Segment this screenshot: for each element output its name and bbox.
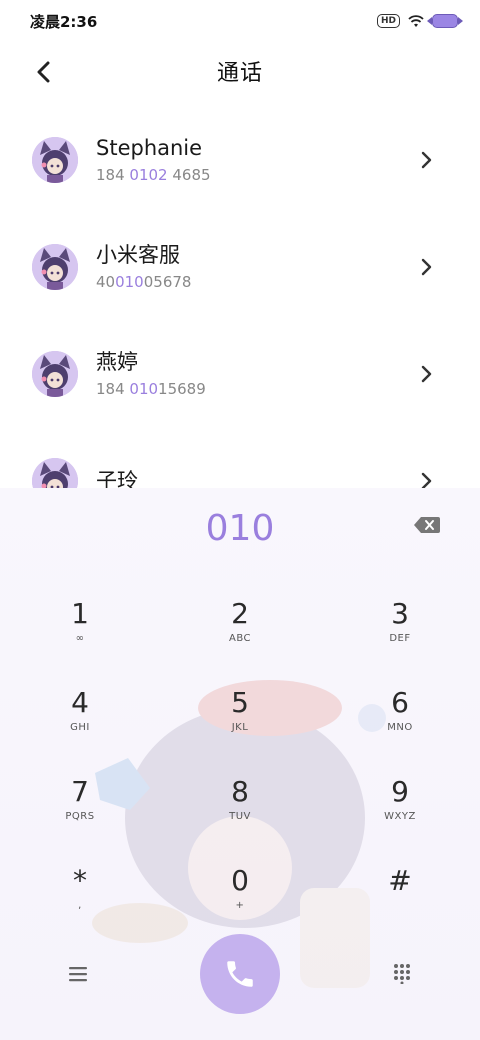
contact-text: 子玲 bbox=[96, 467, 138, 489]
key-4[interactable]: 4 GHI bbox=[20, 685, 140, 765]
hd-icon: HD bbox=[376, 14, 400, 28]
key-1[interactable]: 1 ∞ bbox=[20, 596, 140, 676]
contact-text: 燕婷 184 01015689 bbox=[96, 348, 206, 400]
dial-input[interactable]: 010 bbox=[0, 502, 480, 556]
menu-icon[interactable] bbox=[66, 964, 90, 984]
key-5[interactable]: 5 JKL bbox=[180, 685, 300, 765]
avatar bbox=[32, 350, 78, 397]
contact-row-yanting[interactable]: 燕婷 184 01015689 bbox=[0, 320, 480, 427]
contact-row-stephanie[interactable]: Stephanie 184 0102 4685 bbox=[0, 106, 480, 213]
contact-name: 小米客服 bbox=[96, 242, 180, 267]
page-title: 通话 bbox=[216, 61, 263, 86]
contact-text: 小米客服 4001005678 bbox=[96, 241, 191, 293]
contact-name: Stephanie bbox=[96, 135, 203, 160]
chevron-right-icon[interactable] bbox=[416, 364, 436, 384]
contact-number: 4001005678 bbox=[96, 272, 192, 291]
call-button[interactable] bbox=[200, 934, 280, 1014]
voicemail-icon: ∞ bbox=[75, 633, 85, 644]
status-time: 凌晨2:36 bbox=[30, 12, 98, 31]
avatar bbox=[32, 136, 78, 183]
dialpad-icon[interactable] bbox=[392, 962, 412, 984]
key-3[interactable]: 3 DEF bbox=[340, 596, 460, 676]
phone-icon bbox=[227, 961, 253, 987]
status-bar: 凌晨2:36 HD bbox=[0, 0, 480, 42]
header: 通话 bbox=[0, 46, 480, 96]
key-9[interactable]: 9 WXYZ bbox=[340, 774, 460, 854]
contact-number: 184 0102 4685 bbox=[96, 165, 211, 184]
contact-name: 燕婷 bbox=[96, 349, 138, 374]
key-star[interactable]: * , bbox=[20, 863, 140, 943]
chevron-right-icon[interactable] bbox=[416, 471, 436, 489]
battery-icon bbox=[427, 14, 463, 28]
key-0[interactable]: 0 + bbox=[180, 863, 300, 943]
wifi-icon bbox=[408, 14, 424, 27]
chevron-right-icon[interactable] bbox=[416, 257, 436, 277]
avatar bbox=[32, 243, 78, 290]
key-8[interactable]: 8 TUV bbox=[180, 774, 300, 854]
contact-row-ziling[interactable]: 子玲 bbox=[0, 427, 480, 488]
key-7[interactable]: 7 PQRS bbox=[20, 774, 140, 854]
dialer-panel: 010 1 ∞ 2 ABC 3 DEF 4 GHI 5 JKL 6 MNO 7 … bbox=[0, 488, 480, 1040]
dialer-bottom-bar bbox=[0, 934, 480, 1034]
chevron-right-icon[interactable] bbox=[416, 150, 436, 170]
key-6[interactable]: 6 MNO bbox=[340, 685, 460, 765]
backspace-icon[interactable] bbox=[414, 516, 440, 534]
contact-row-xiaomi-service[interactable]: 小米客服 4001005678 bbox=[0, 213, 480, 320]
chevron-left-icon bbox=[37, 61, 50, 83]
contact-text: Stephanie 184 0102 4685 bbox=[96, 134, 211, 186]
key-hash[interactable]: # bbox=[340, 863, 460, 943]
avatar bbox=[32, 457, 78, 488]
key-2[interactable]: 2 ABC bbox=[180, 596, 300, 676]
contact-name: 子玲 bbox=[96, 468, 138, 489]
back-button[interactable] bbox=[30, 58, 58, 86]
contact-list: Stephanie 184 0102 4685 小米客服 4001005678 bbox=[0, 106, 480, 488]
contact-number: 184 01015689 bbox=[96, 379, 206, 398]
status-icons: HD bbox=[376, 14, 463, 28]
